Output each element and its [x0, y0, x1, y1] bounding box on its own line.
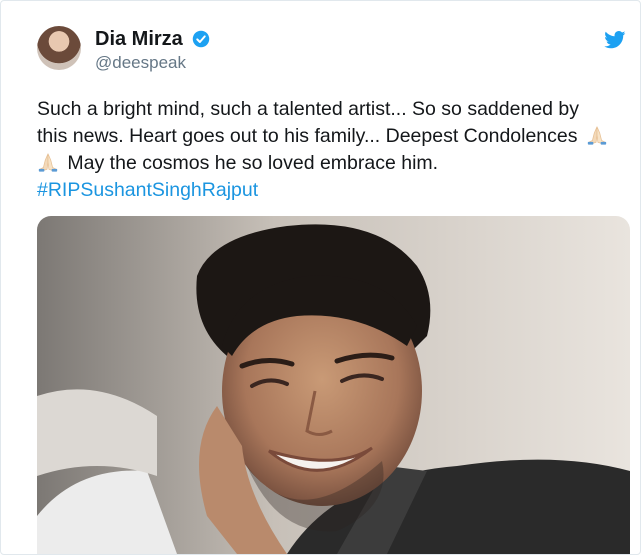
folded-hands-emoji-icon [38, 153, 58, 172]
tweet-text: Such a bright mind, such a talented arti… [37, 96, 637, 177]
tweet-photo[interactable] [37, 216, 630, 554]
tweet-text-line-2: this news. Heart goes out to his family.… [37, 125, 578, 147]
verified-badge-icon [192, 30, 210, 48]
folded-hands-emoji-icon [587, 126, 607, 145]
hashtag-link[interactable]: #RIPSushantSinghRajput [37, 177, 258, 204]
tweet-text-line-1: Such a bright mind, such a talented arti… [37, 98, 579, 120]
tweet-text-line-3: May the cosmos he so loved embrace him. [67, 152, 439, 174]
author-name[interactable]: Dia Mirza [95, 28, 183, 50]
twitter-bird-icon[interactable] [604, 31, 626, 49]
tweet-card: Dia Mirza @deespeak Such a bright mind, … [0, 0, 641, 555]
author-handle[interactable]: @deespeak [95, 53, 186, 73]
tweet-photo-image [37, 216, 630, 554]
author-avatar[interactable] [37, 26, 81, 70]
